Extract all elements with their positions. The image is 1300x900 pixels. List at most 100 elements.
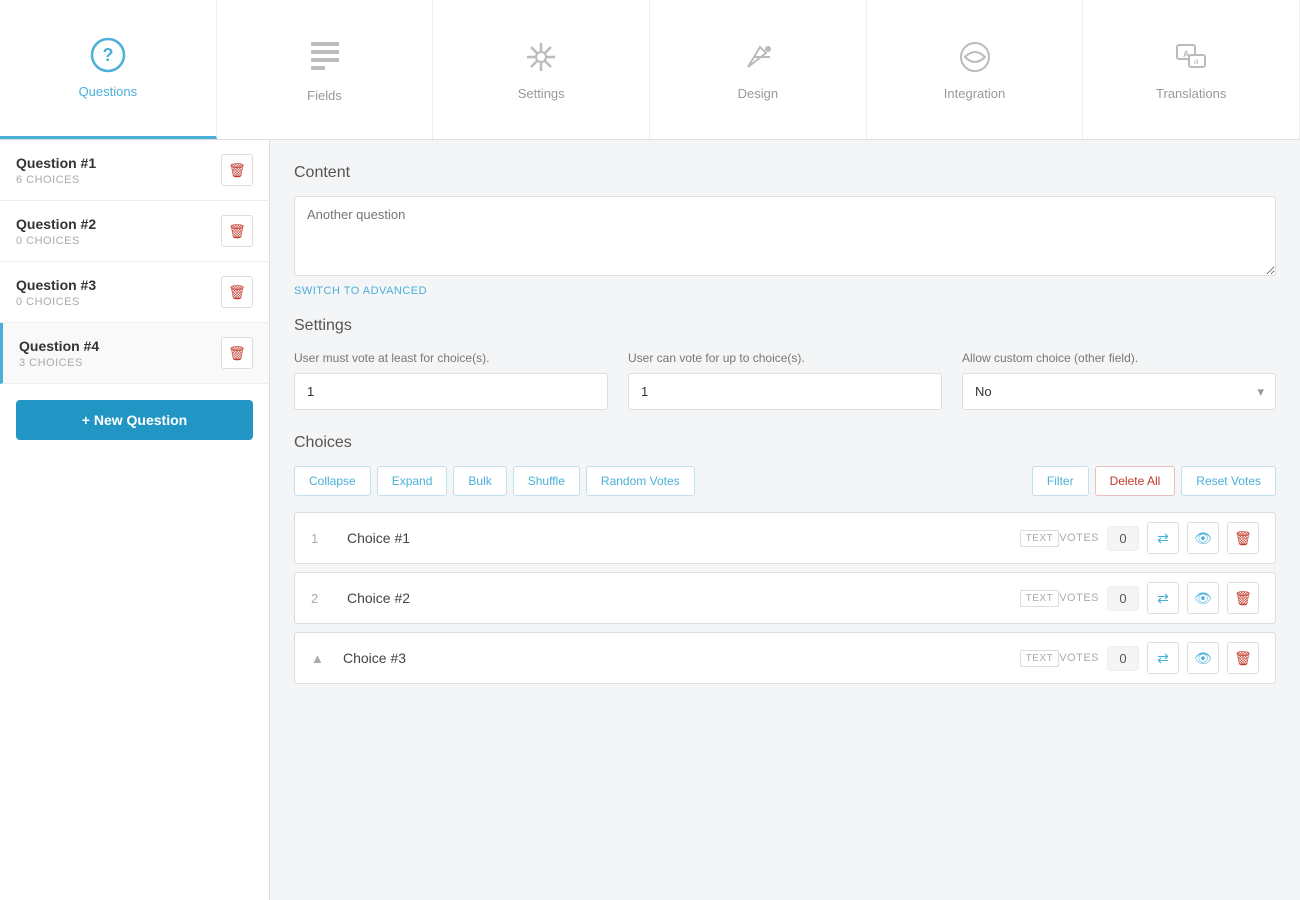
content-section-title: Content	[294, 164, 1276, 182]
shuffle-button[interactable]: Shuffle	[513, 466, 580, 496]
sidebar-item-question3[interactable]: Question #3 0 CHOICES 🗑	[0, 262, 269, 323]
sidebar-item-question2[interactable]: Question #2 0 CHOICES 🗑	[0, 201, 269, 262]
choice1-delete-button[interactable]: 🗑	[1227, 522, 1259, 554]
switch-to-advanced-link[interactable]: SWITCH TO ADVANCED	[294, 285, 427, 297]
question2-choices: 0 CHOICES	[16, 235, 96, 247]
settings-section: Settings User must vote at least for cho…	[294, 317, 1276, 410]
delete-question3-button[interactable]: 🗑	[221, 276, 253, 308]
nav-item-fields[interactable]: Fields	[217, 0, 434, 139]
question1-title: Question #1	[16, 155, 96, 171]
nav-questions-label: Questions	[79, 84, 138, 99]
delete-question4-button[interactable]: 🗑	[221, 337, 253, 369]
content-area: Content SWITCH TO ADVANCED Settings User…	[270, 140, 1300, 900]
main-layout: Question #1 6 CHOICES 🗑 Question #2 0 CH…	[0, 140, 1300, 900]
choice1-votes-count: 0	[1107, 526, 1139, 551]
question3-title: Question #3	[16, 277, 96, 293]
choice3-actions: VOTES 0 ⇄ 👁 🗑	[1059, 642, 1259, 674]
custom-choice-label: Allow custom choice (other field).	[962, 351, 1276, 365]
choices-toolbar: Collapse Expand Bulk Shuffle Random Vote…	[294, 466, 1276, 496]
question4-info: Question #4 3 CHOICES	[19, 338, 99, 369]
choice2-number: 2	[311, 591, 335, 606]
fields-icon	[307, 36, 343, 80]
choice2-votes-label: VOTES	[1059, 592, 1099, 604]
random-votes-button[interactable]: Random Votes	[586, 466, 695, 496]
question1-info: Question #1 6 CHOICES	[16, 155, 96, 186]
sidebar: Question #1 6 CHOICES 🗑 Question #2 0 CH…	[0, 140, 270, 900]
settings-icon	[523, 39, 559, 78]
choice3-type-badge: TEXT	[1020, 650, 1060, 667]
nav-translations-label: Translations	[1156, 86, 1226, 101]
translations-icon: A a	[1173, 39, 1209, 78]
design-icon	[740, 39, 776, 78]
choice2-votes-count: 0	[1107, 586, 1139, 611]
content-section: Content SWITCH TO ADVANCED	[294, 164, 1276, 317]
svg-text:?: ?	[102, 45, 113, 65]
new-question-button[interactable]: + New Question	[16, 400, 253, 440]
settings-row: User must vote at least for choice(s). U…	[294, 351, 1276, 410]
nav-item-integration[interactable]: Integration	[867, 0, 1084, 139]
nav-item-questions[interactable]: ? Questions	[0, 0, 217, 139]
choice3-visibility-button[interactable]: 👁	[1187, 642, 1219, 674]
min-votes-field: User must vote at least for choice(s).	[294, 351, 608, 410]
choice3-shuffle-button[interactable]: ⇄	[1147, 642, 1179, 674]
max-votes-field: User can vote for up to choice(s).	[628, 351, 942, 410]
delete-question1-button[interactable]: 🗑	[221, 154, 253, 186]
question-icon: ?	[90, 37, 126, 76]
choice1-name: Choice #1	[347, 530, 1012, 546]
sidebar-item-question1[interactable]: Question #1 6 CHOICES 🗑	[0, 140, 269, 201]
choice2-name: Choice #2	[347, 590, 1012, 606]
choice-row-3: ▲ Choice #3 TEXT VOTES 0 ⇄ 👁 🗑	[294, 632, 1276, 684]
integration-icon	[957, 39, 993, 78]
delete-all-button[interactable]: Delete All	[1095, 466, 1176, 496]
filter-button[interactable]: Filter	[1032, 466, 1089, 496]
choice3-name: Choice #3	[343, 650, 1012, 666]
choice1-actions: VOTES 0 ⇄ 👁 🗑	[1059, 522, 1259, 554]
choice3-votes-label: VOTES	[1059, 652, 1099, 664]
question4-choices: 3 CHOICES	[19, 357, 99, 369]
delete-question2-button[interactable]: 🗑	[221, 215, 253, 247]
settings-section-title: Settings	[294, 317, 1276, 335]
choice2-shuffle-button[interactable]: ⇄	[1147, 582, 1179, 614]
choices-toolbar-left: Collapse Expand Bulk Shuffle Random Vote…	[294, 466, 695, 496]
custom-choice-field: Allow custom choice (other field). No Ye…	[962, 351, 1276, 410]
choices-section-title: Choices	[294, 434, 1276, 452]
bulk-button[interactable]: Bulk	[453, 466, 506, 496]
max-votes-label: User can vote for up to choice(s).	[628, 351, 942, 365]
sidebar-item-question4[interactable]: Question #4 3 CHOICES 🗑	[0, 323, 269, 384]
custom-choice-select[interactable]: No Yes	[962, 373, 1276, 410]
reset-votes-button[interactable]: Reset Votes	[1181, 466, 1276, 496]
top-navigation: ? Questions Fields Settings	[0, 0, 1300, 140]
choices-section: Choices Collapse Expand Bulk Shuffle Ran…	[294, 434, 1276, 684]
min-votes-input[interactable]	[294, 373, 608, 410]
max-votes-input[interactable]	[628, 373, 942, 410]
question3-info: Question #3 0 CHOICES	[16, 277, 96, 308]
collapse-button[interactable]: Collapse	[294, 466, 371, 496]
nav-item-translations[interactable]: A a Translations	[1083, 0, 1300, 139]
question2-info: Question #2 0 CHOICES	[16, 216, 96, 247]
nav-integration-label: Integration	[944, 86, 1005, 101]
min-votes-label: User must vote at least for choice(s).	[294, 351, 608, 365]
question3-choices: 0 CHOICES	[16, 296, 96, 308]
custom-choice-select-wrapper: No Yes	[962, 373, 1276, 410]
question1-choices: 6 CHOICES	[16, 174, 96, 186]
choice3-arrow: ▲	[311, 651, 331, 666]
choice1-number: 1	[311, 531, 335, 546]
choice2-actions: VOTES 0 ⇄ 👁 🗑	[1059, 582, 1259, 614]
nav-fields-label: Fields	[307, 88, 342, 103]
question2-title: Question #2	[16, 216, 96, 232]
choice1-shuffle-button[interactable]: ⇄	[1147, 522, 1179, 554]
choice2-visibility-button[interactable]: 👁	[1187, 582, 1219, 614]
choice2-delete-button[interactable]: 🗑	[1227, 582, 1259, 614]
question-text-input[interactable]	[294, 196, 1276, 276]
expand-button[interactable]: Expand	[377, 466, 448, 496]
nav-item-design[interactable]: Design	[650, 0, 867, 139]
choice1-visibility-button[interactable]: 👁	[1187, 522, 1219, 554]
choice1-type-badge: TEXT	[1020, 530, 1060, 547]
nav-design-label: Design	[738, 86, 778, 101]
choice3-votes-count: 0	[1107, 646, 1139, 671]
nav-item-settings[interactable]: Settings	[433, 0, 650, 139]
choice-row-2: 2 Choice #2 TEXT VOTES 0 ⇄ 👁 🗑	[294, 572, 1276, 624]
choice3-delete-button[interactable]: 🗑	[1227, 642, 1259, 674]
question4-title: Question #4	[19, 338, 99, 354]
choice2-type-badge: TEXT	[1020, 590, 1060, 607]
